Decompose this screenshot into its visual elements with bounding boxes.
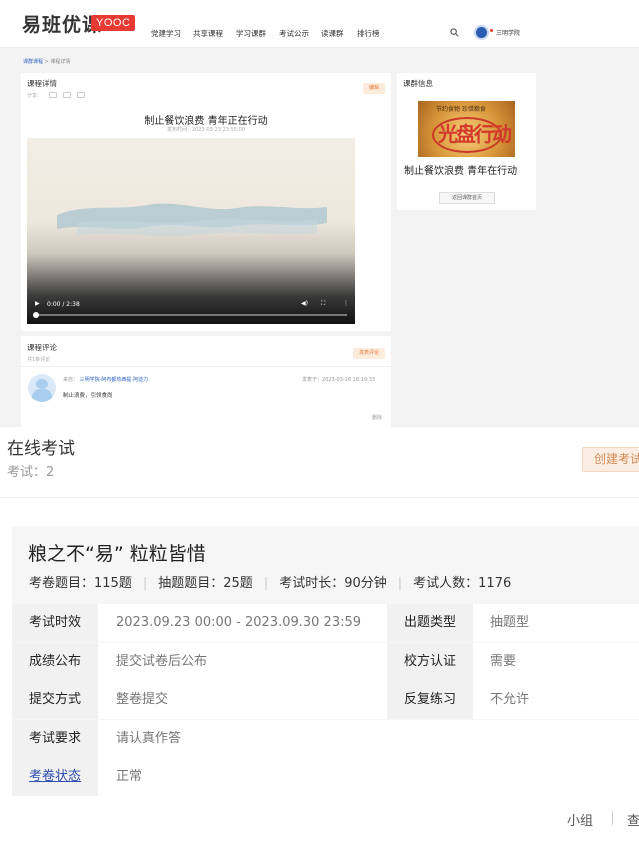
volume-icon[interactable]: ◀)	[301, 300, 308, 307]
site-logo[interactable]: 易班优课	[22, 10, 102, 37]
stat-separator: |	[263, 576, 269, 591]
user-avatar[interactable]	[474, 25, 489, 40]
comment-time: 发表于：2023-03-26 18:19:33	[302, 377, 376, 383]
paper-status-label: 考卷状态	[12, 758, 98, 796]
view-link[interactable]: 查	[627, 810, 639, 829]
share-qq-icon[interactable]	[63, 92, 71, 98]
comment-from-label: 来自：	[63, 377, 79, 383]
stat-drawn-questions-value: 25题	[223, 576, 253, 591]
breadcrumb-current: 课程详情	[50, 59, 71, 65]
notification-dot	[490, 29, 493, 32]
nav-item-exam-notice[interactable]: 考试公示	[279, 28, 309, 39]
search-icon[interactable]	[450, 28, 459, 37]
stat-total-questions-value: 115题	[94, 576, 132, 591]
school-certification-value: 需要	[490, 654, 517, 669]
group-name: 制止餐饮浪费 青年在行动	[404, 166, 518, 177]
question-type-value: 抽题型	[490, 615, 530, 630]
breadcrumb-link-groups[interactable]: 课群课程	[23, 59, 43, 65]
nav-item-shared-courses[interactable]: 共享课程	[193, 28, 223, 39]
comments-count: 共1条评论	[27, 357, 51, 363]
exam-info-row: 考试要求 请认真作答	[12, 720, 639, 758]
exam-info-row: 成绩公布 提交试卷后公布 校方认证 需要	[12, 643, 639, 681]
footer-separator	[612, 811, 613, 825]
share-label: 分享：	[27, 93, 43, 99]
video-progress-bar[interactable]	[35, 314, 347, 316]
comment-delete-link[interactable]: 删除	[372, 414, 382, 421]
avatar-head-shape	[36, 379, 48, 389]
edit-button[interactable]: 编辑	[363, 83, 385, 94]
exam-name[interactable]: 粮之不“易” 粒粒皆惜	[28, 539, 206, 566]
play-icon[interactable]: ▶	[35, 300, 40, 307]
paper-status-value: 正常	[116, 769, 143, 784]
question-type-label: 出题类型	[387, 604, 473, 642]
repeat-practice-value: 不允许	[490, 692, 530, 707]
group-cover-image[interactable]: 节约食物 珍惜粮食 光盘行动	[418, 101, 515, 157]
score-release-label: 成绩公布	[12, 643, 98, 681]
cover-title: 光盘行动	[438, 122, 512, 146]
course-publish-time: 发布时间：2023-03-23 23:55:00	[166, 127, 246, 133]
cover-slogan: 节约食物 珍惜粮食	[436, 106, 486, 113]
comment-meta: 来自： 三明学院-阿布都热西提·阿迪力	[63, 376, 148, 383]
exam-period-label: 考试时效	[12, 604, 98, 642]
more-options-icon[interactable]: ⋮	[343, 300, 349, 307]
avatar-body-shape	[32, 389, 52, 402]
user-name[interactable]: 三明学院	[496, 28, 520, 37]
share-wechat-icon[interactable]	[49, 92, 57, 98]
comments-divider	[21, 366, 391, 367]
submit-method-label: 提交方式	[12, 681, 98, 719]
exam-stats: 考卷题目：115题 | 抽题题目：25题 | 考试时长：90分钟 | 考试人数：1176	[29, 572, 511, 591]
stat-separator: |	[397, 576, 403, 591]
exam-info-row: 考试时效 2023.09.23 00:00 - 2023.09.30 23:59…	[12, 604, 639, 642]
stat-participants-value: 1176	[478, 576, 512, 591]
share-weibo-icon[interactable]	[77, 92, 85, 98]
comment-author-link[interactable]: 三明学院-阿布都热西提·阿迪力	[80, 377, 148, 383]
stat-total-questions-label: 考卷题目：	[29, 576, 95, 591]
breadcrumb-separator: >	[44, 59, 49, 65]
video-progress-knob[interactable]	[33, 312, 39, 318]
nav-item-leaderboard[interactable]: 排行榜	[357, 28, 380, 39]
exam-info-row: 提交方式 整卷提交 反复练习 不允许	[12, 681, 639, 719]
stat-drawn-questions-label: 抽题题目：	[158, 576, 224, 591]
exam-panel-divider	[0, 497, 639, 498]
video-time: 0:00 / 2:38	[47, 301, 80, 308]
school-certification-label: 校方认证	[387, 643, 473, 681]
exam-requirement-value: 请认真作答	[116, 731, 182, 746]
nav-item-study-groups[interactable]: 学习课群	[236, 28, 266, 39]
nav-item-reading-groups[interactable]: 读课群	[321, 28, 344, 39]
submit-method-value: 整卷提交	[116, 692, 169, 707]
post-comment-button[interactable]: 发表评论	[353, 348, 385, 359]
fullscreen-icon[interactable]: ⛶	[321, 300, 325, 308]
exam-count: 考试：2	[7, 465, 55, 480]
exam-info-row: 考卷状态 正常	[12, 758, 639, 796]
score-release-value: 提交试卷后公布	[116, 654, 208, 669]
course-title: 制止餐饮浪费 青年正在行动	[144, 116, 268, 127]
group-link[interactable]: 小组	[567, 810, 593, 829]
exam-requirement-label: 考试要求	[12, 720, 98, 758]
back-to-group-button[interactable]: 返回课群首页	[439, 192, 495, 204]
video-player[interactable]: ▶ 0:00 / 2:38 ◀) ⛶ ⋮	[27, 138, 355, 324]
stat-separator: |	[142, 576, 148, 591]
nav-item-party-study[interactable]: 党建学习	[151, 28, 181, 39]
repeat-practice-label: 反复练习	[387, 681, 473, 719]
comment-text: 制止浪费，引领食尚	[63, 393, 113, 399]
breadcrumb: 课群课程 > 课程详情	[23, 58, 70, 65]
course-section-title: 课程详情	[27, 79, 57, 88]
commenter-avatar[interactable]	[28, 374, 56, 402]
yooc-logo-badge[interactable]: YOOC	[91, 15, 136, 31]
stat-duration-label: 考试时长：	[279, 576, 345, 591]
exam-panel-title: 在线考试	[7, 439, 75, 459]
stat-participants-label: 考试人数：	[413, 576, 479, 591]
paper-status-link[interactable]: 考卷状态	[29, 769, 81, 784]
create-exam-button[interactable]: 创建考试	[582, 447, 639, 472]
comments-section-title: 课程评论	[27, 343, 57, 352]
video-frame-ink-wave	[57, 203, 327, 237]
stat-duration-value: 90分钟	[344, 576, 387, 591]
group-section-title: 课群信息	[403, 79, 433, 88]
exam-period-value: 2023.09.23 00:00 - 2023.09.30 23:59	[116, 615, 362, 630]
